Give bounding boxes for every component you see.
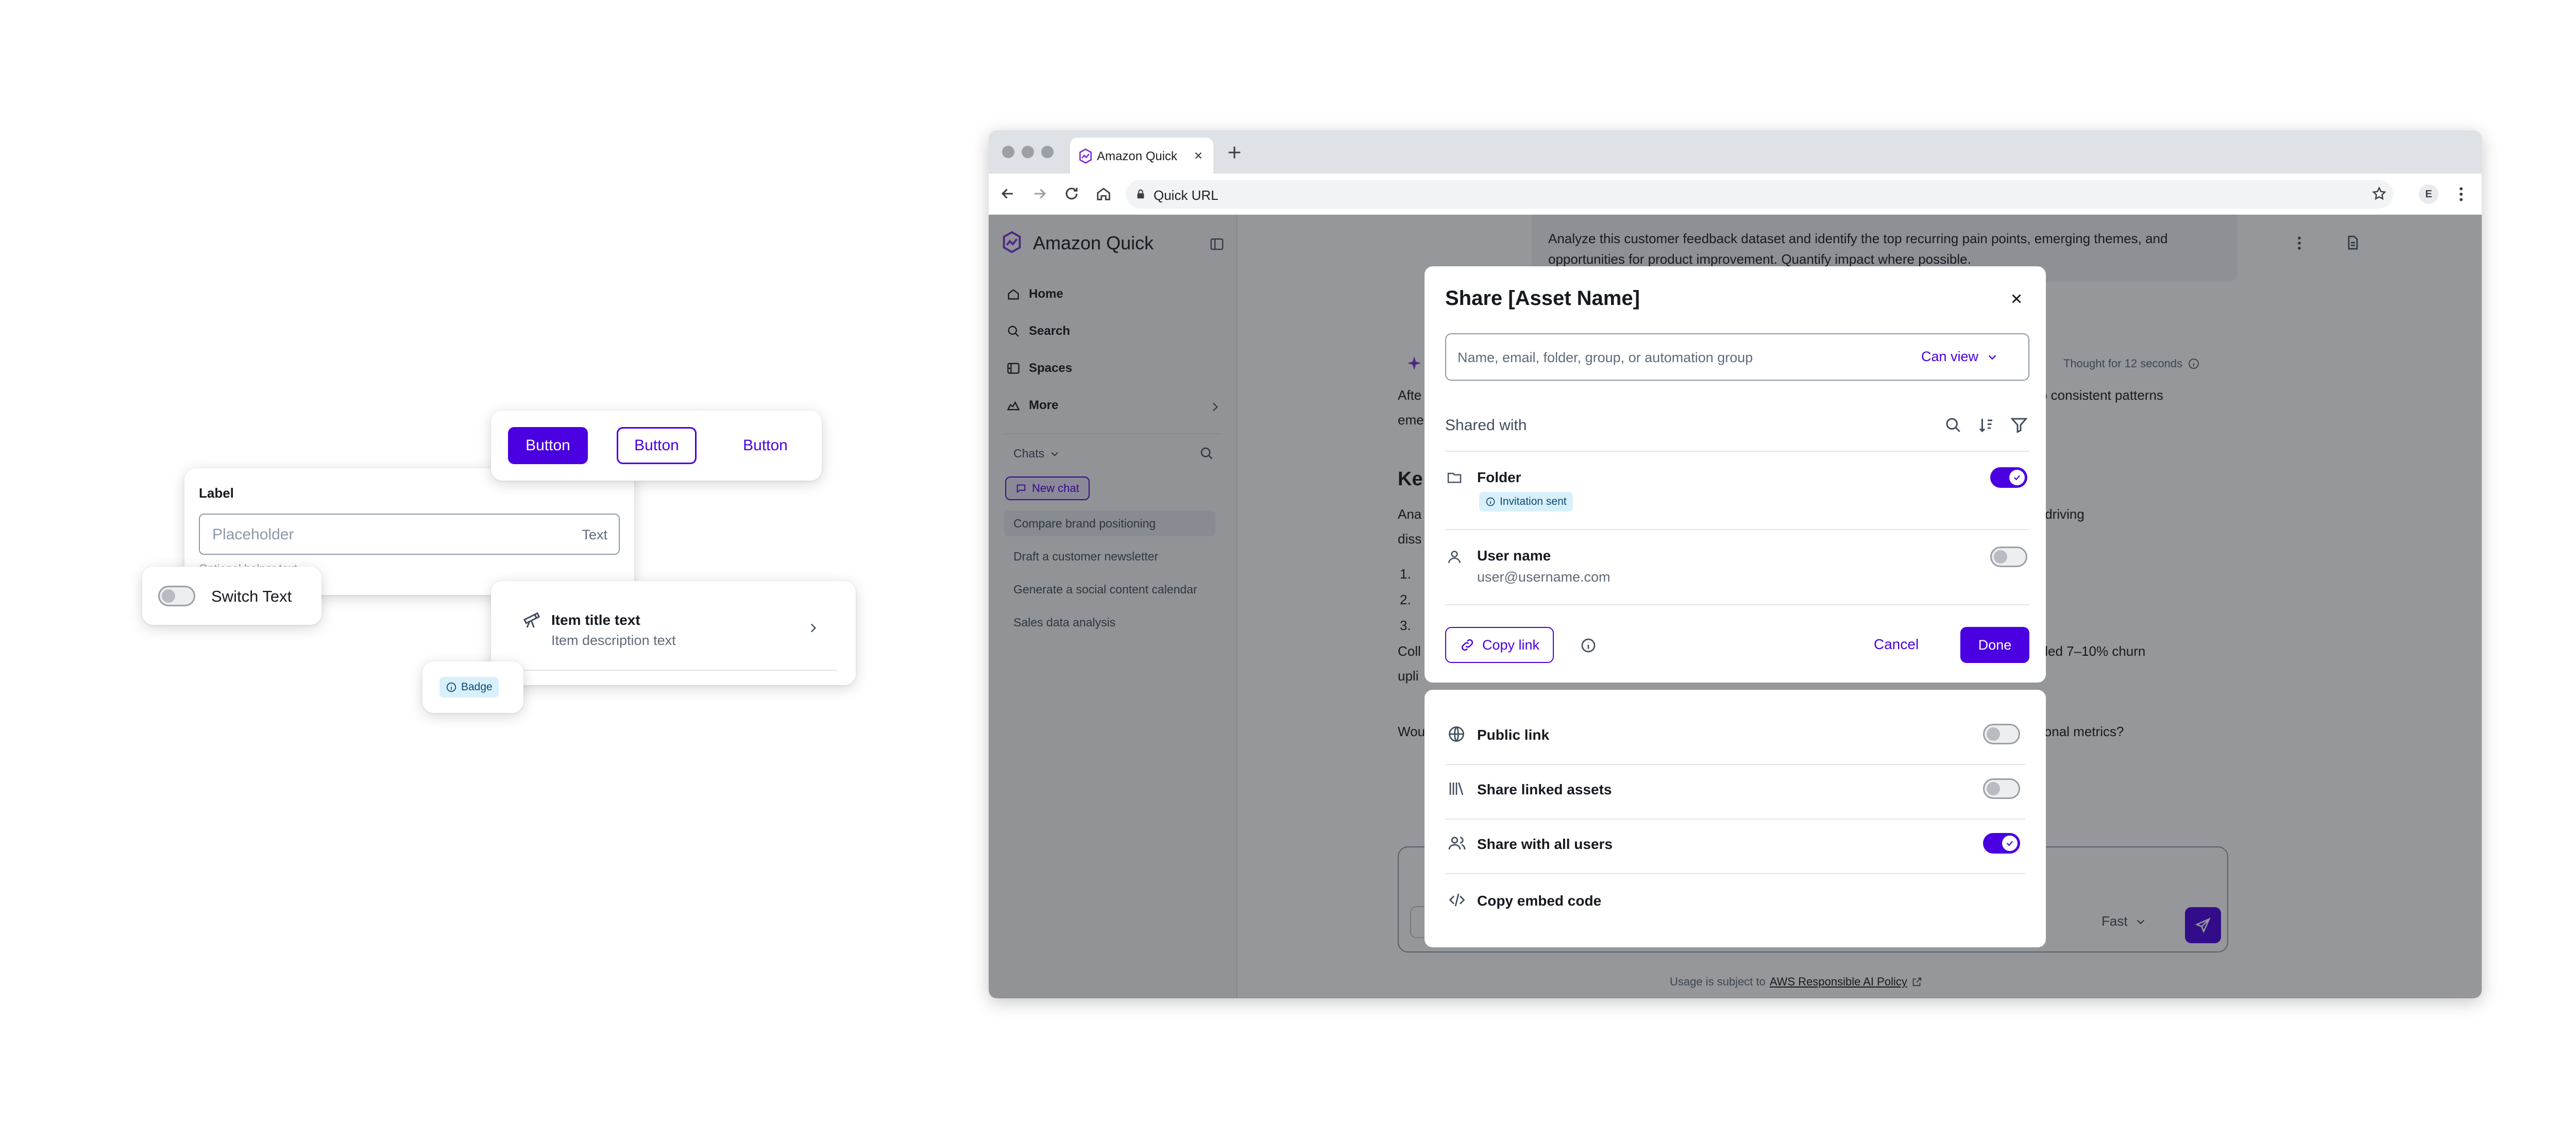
profile-avatar[interactable]: E — [2419, 184, 2438, 204]
share-linked-assets-toggle[interactable] — [1983, 778, 2020, 799]
list-item-description: Item description text — [551, 633, 676, 648]
option-label: Public link — [1477, 727, 1550, 743]
check-icon — [2013, 475, 2021, 481]
user-access-toggle[interactable] — [1990, 547, 2027, 567]
permission-dropdown[interactable]: Can view — [1921, 349, 1998, 365]
option-divider — [1445, 819, 2025, 820]
entry-name: User name — [1477, 548, 1551, 564]
filter-icon[interactable] — [2010, 416, 2028, 434]
input-placeholder: Placeholder — [212, 526, 294, 543]
shared-list-divider — [1445, 451, 2029, 452]
info-icon[interactable] — [1580, 637, 1597, 654]
badge-label: Invitation sent — [1500, 496, 1567, 507]
browser-window: Amazon Quick Quick URL E Amazon Quick Ho… — [989, 130, 2482, 998]
entry-divider — [1445, 604, 2029, 605]
users-icon — [1447, 834, 1467, 853]
tab-close-icon[interactable] — [1193, 150, 1204, 161]
copy-embed-code-row[interactable]: Copy embed code — [1445, 881, 2025, 928]
window-minimize-control[interactable] — [1022, 146, 1034, 158]
outline-button[interactable]: Button — [617, 427, 697, 464]
list-item[interactable]: Item title text Item description text — [491, 581, 856, 674]
forward-icon[interactable] — [1031, 185, 1048, 202]
back-icon[interactable] — [999, 185, 1016, 202]
dialog-title: Share [Asset Name] — [1445, 287, 1640, 310]
link-icon — [1461, 639, 1473, 651]
copy-link-button[interactable]: Copy link — [1445, 627, 1554, 663]
window-maximize-control[interactable] — [1041, 146, 1054, 158]
folder-access-toggle[interactable] — [1990, 467, 2027, 488]
code-icon — [1447, 891, 1467, 909]
done-button[interactable]: Done — [1960, 627, 2029, 663]
tab-strip: Amazon Quick — [989, 130, 2482, 174]
shared-with-label: Shared with — [1445, 417, 1527, 434]
browser-tab[interactable]: Amazon Quick — [1070, 138, 1213, 174]
user-icon — [1446, 548, 1463, 566]
globe-icon — [1447, 725, 1466, 743]
primary-button[interactable]: Button — [508, 427, 588, 464]
folder-icon — [1445, 469, 1464, 486]
buttons-component-card: Button Button Button — [491, 411, 822, 481]
window-close-control[interactable] — [1002, 146, 1014, 158]
list-item-divider — [510, 670, 837, 671]
share-options-panel: Public link Share linked assets Share wi… — [1425, 690, 2046, 947]
option-label: Share linked assets — [1477, 781, 1612, 797]
option-divider — [1445, 764, 2025, 765]
close-icon[interactable] — [2009, 291, 2024, 307]
search-icon[interactable] — [1944, 416, 1962, 434]
cancel-button[interactable]: Cancel — [1874, 636, 1919, 653]
tab-title: Amazon Quick — [1097, 149, 1178, 163]
badge-component-card: Badge — [422, 661, 523, 713]
public-link-toggle[interactable] — [1983, 724, 2020, 744]
status-badge: Invitation sent — [1479, 492, 1573, 512]
home-button-icon[interactable] — [1095, 185, 1112, 202]
app-logo-icon — [1077, 148, 1094, 164]
info-icon — [1486, 497, 1495, 506]
list-item-title: Item title text — [551, 612, 640, 628]
share-dialog: Share [Asset Name] Name, email, folder, … — [1425, 266, 2046, 683]
badge-label: Badge — [461, 681, 493, 693]
recipient-placeholder: Name, email, folder, group, or automatio… — [1458, 350, 1753, 365]
list-item-component-card: Item title text Item description text — [491, 581, 856, 685]
check-icon — [2006, 841, 2013, 846]
telescope-icon — [522, 609, 543, 630]
badge: Badge — [439, 677, 499, 697]
input-suffix: Text — [582, 527, 607, 542]
browser-toolbar: Quick URL E — [989, 174, 2482, 215]
input-label: Label — [199, 485, 234, 501]
address-bar[interactable]: Quick URL — [1126, 180, 2393, 209]
switch-component-card: Switch Text — [142, 567, 321, 625]
browser-menu-icon[interactable] — [2458, 185, 2464, 203]
switch-label: Switch Text — [211, 587, 292, 605]
address-text: Quick URL — [1154, 188, 1218, 203]
reload-icon[interactable] — [1063, 185, 1080, 202]
option-label: Share with all users — [1477, 836, 1613, 852]
sort-icon[interactable] — [1977, 416, 1995, 434]
chevron-down-icon — [1988, 354, 1996, 360]
entry-divider — [1445, 529, 2029, 530]
bookmark-star-icon[interactable] — [2371, 186, 2387, 201]
share-with-all-users-toggle[interactable] — [1983, 833, 2020, 854]
text-input[interactable]: Placeholder Text — [199, 514, 620, 555]
library-icon — [1447, 779, 1466, 798]
chevron-right-icon — [806, 621, 820, 635]
share-recipient-input[interactable]: Name, email, folder, group, or automatio… — [1445, 333, 2029, 381]
link-button[interactable]: Button — [725, 427, 805, 464]
entry-email: user@username.com — [1477, 569, 1611, 585]
permission-label: Can view — [1921, 349, 1979, 364]
entry-name: Folder — [1477, 469, 1521, 485]
copy-link-label: Copy link — [1482, 637, 1540, 653]
info-icon — [446, 682, 457, 693]
lock-icon — [1135, 188, 1146, 200]
option-label: Copy embed code — [1477, 893, 1602, 909]
new-tab-icon[interactable] — [1226, 144, 1243, 161]
switch-toggle[interactable] — [158, 586, 195, 606]
option-divider — [1445, 873, 2025, 874]
